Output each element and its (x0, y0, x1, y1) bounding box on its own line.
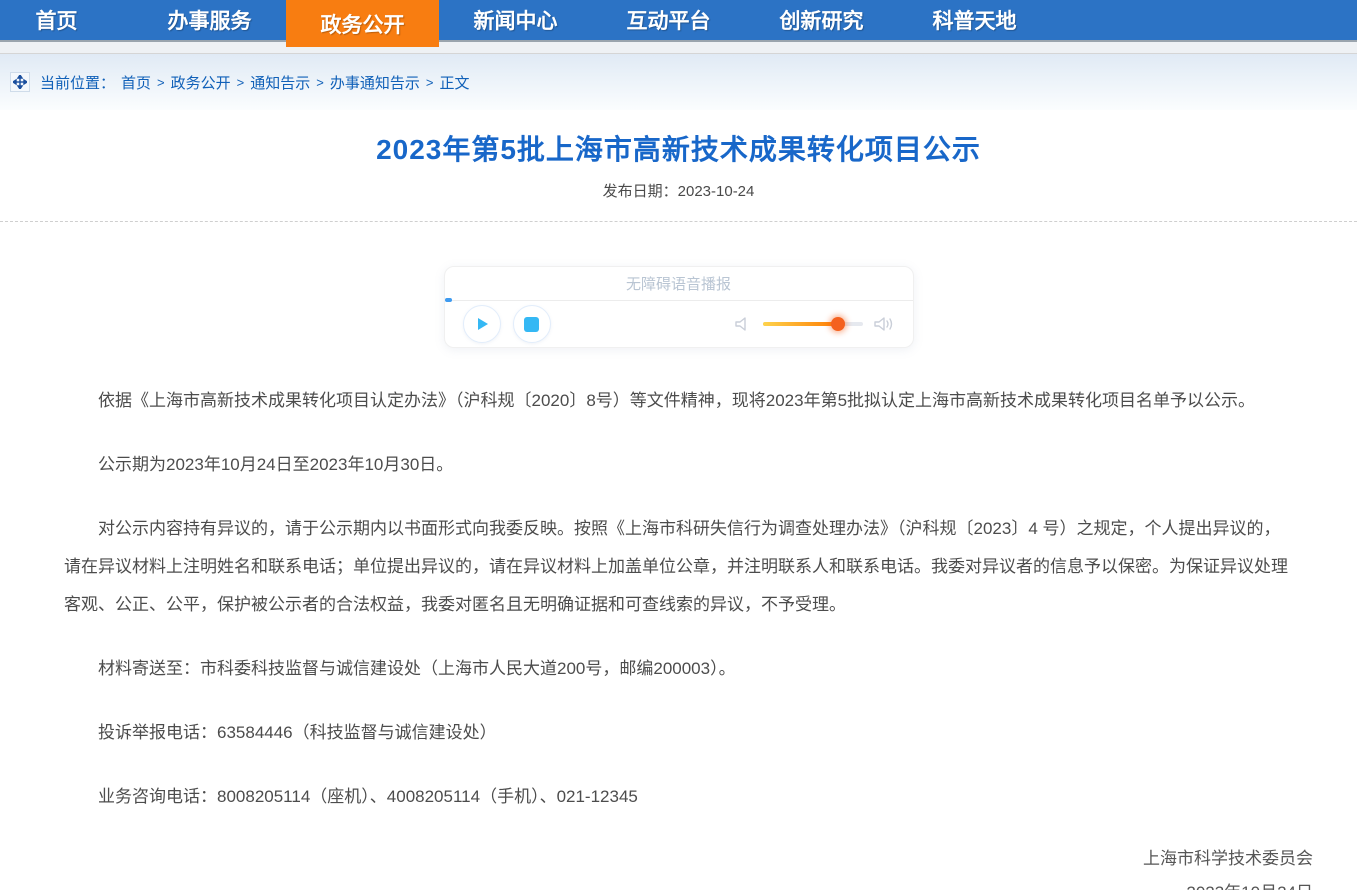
breadcrumb: 当前位置： 首页 > 政务公开 > 通知告示 > 办事通知告示 > 正文 (0, 54, 1357, 110)
breadcrumb-separator: > (316, 75, 324, 90)
play-icon (474, 316, 490, 332)
nav-item-services[interactable]: 办事服务 (133, 0, 286, 40)
nav-item-gov-disclosure[interactable]: 政务公开 (286, 0, 439, 47)
volume-slider[interactable] (763, 322, 863, 326)
stop-button[interactable] (513, 305, 551, 343)
paragraph: 依据《上海市高新技术成果转化项目认定办法》（沪科规〔2020〕8号）等文件精神，… (64, 382, 1293, 420)
stop-icon (524, 317, 539, 332)
publish-date: 发布日期：2023-10-24 (0, 180, 1357, 201)
volume-zone (733, 314, 895, 334)
signature-block: 上海市科学技术委员会 2023年10月24日 (0, 842, 1357, 890)
page-title: 2023年第5批上海市高新技术成果转化项目公示 (0, 128, 1357, 168)
publish-date-value: 2023-10-24 (678, 183, 755, 200)
audio-player: 无障碍语音播报 (444, 266, 914, 348)
nav-item-home[interactable]: 首页 (0, 0, 133, 40)
volume-knob[interactable] (831, 317, 845, 331)
speaker-waves-icon[interactable] (873, 314, 895, 334)
signature-org: 上海市科学技术委员会 (0, 842, 1313, 876)
audio-player-controls (445, 301, 913, 347)
breadcrumb-link-current[interactable]: 正文 (439, 72, 469, 93)
article-body: 依据《上海市高新技术成果转化项目认定办法》（沪科规〔2020〕8号）等文件精神，… (0, 348, 1357, 816)
signature-date: 2023年10月24日 (0, 876, 1313, 890)
paragraph: 投诉举报电话：63584446（科技监督与诚信建设处） (64, 714, 1293, 752)
breadcrumb-link-service-notices[interactable]: 办事通知告示 (330, 72, 420, 93)
paragraph: 业务咨询电话：8008205114（座机）、4008205114（手机）、021… (64, 778, 1293, 816)
move-cross-icon (10, 72, 30, 92)
breadcrumb-label: 当前位置： (40, 72, 115, 93)
playback-progress-bar (445, 298, 452, 302)
breadcrumb-separator: > (426, 75, 434, 90)
breadcrumb-link-home[interactable]: 首页 (121, 72, 151, 93)
publish-date-label: 发布日期： (603, 183, 678, 200)
paragraph: 材料寄送至：市科委科技监督与诚信建设处（上海市人民大道200号，邮编200003… (64, 650, 1293, 688)
breadcrumb-separator: > (157, 75, 165, 90)
audio-player-title: 无障碍语音播报 (626, 273, 731, 294)
speaker-mute-icon[interactable] (733, 314, 753, 334)
nav-item-interaction[interactable]: 互动平台 (592, 0, 745, 40)
breadcrumb-link-notices[interactable]: 通知告示 (250, 72, 310, 93)
breadcrumb-separator: > (237, 75, 245, 90)
audio-player-header: 无障碍语音播报 (445, 267, 913, 301)
paragraph: 对公示内容持有异议的，请于公示期内以书面形式向我委反映。按照《上海市科研失信行为… (64, 510, 1293, 624)
play-button[interactable] (463, 305, 501, 343)
top-navigation: 首页 办事服务 政务公开 新闻中心 互动平台 创新研究 科普天地 (0, 0, 1357, 42)
nav-item-science[interactable]: 科普天地 (898, 0, 1051, 40)
nav-sub-band (0, 42, 1357, 54)
nav-item-innovation[interactable]: 创新研究 (745, 0, 898, 40)
volume-fill (763, 322, 838, 326)
breadcrumb-link-gov-disclosure[interactable]: 政务公开 (171, 72, 231, 93)
dashed-divider (0, 221, 1357, 222)
nav-item-news[interactable]: 新闻中心 (439, 0, 592, 40)
paragraph: 公示期为2023年10月24日至2023年10月30日。 (64, 446, 1293, 484)
